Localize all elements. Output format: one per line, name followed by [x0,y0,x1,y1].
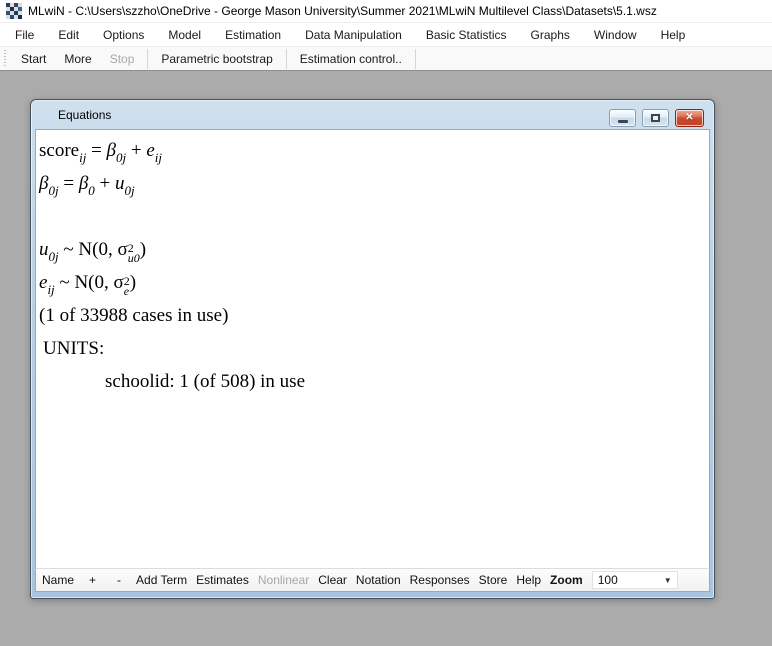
eq-subscript: 0j [125,183,135,198]
menu-edit[interactable]: Edit [46,25,91,45]
menu-help[interactable]: Help [649,25,698,45]
toolbar-grip-icon[interactable] [4,50,7,68]
more-button[interactable]: More [55,49,100,69]
eq-term: u [39,239,49,260]
close-icon: ✕ [685,113,693,123]
eq-subscript: ij [155,150,162,165]
toolbar-separator [415,49,416,69]
menubar: File Edit Options Model Estimation Data … [0,23,772,46]
eq-operator: + [126,140,146,161]
zoom-value: 100 [598,573,618,587]
mdi-client-area: Equations ✕ scoreij = β0j + eij β0j = β0… [0,71,772,645]
eq-operator: ~ N(0, [55,272,114,293]
eq-paren: ) [140,239,146,260]
estimation-toolbar: Start More Stop Parametric bootstrap Est… [0,46,772,71]
sigma-symbol: σ [117,239,127,260]
cases-in-use-text: (1 of 33988 cases in use) [39,299,709,332]
units-label: UNITS: [39,332,709,365]
help-button[interactable]: Help [516,573,541,587]
menu-file[interactable]: File [3,25,46,45]
eq-operator: = [86,140,106,161]
eq-paren: ) [130,272,136,293]
zoom-select[interactable]: 100 ▼ [592,571,678,589]
store-button[interactable]: Store [479,573,508,587]
equation-score: scoreij = β0j + eij [39,134,709,167]
sigma-scripts: 2u0 [128,243,140,263]
eq-term: β [79,173,88,194]
eq-term: β [107,140,116,161]
mlwin-application-window: MLwiN - C:\Users\szzho\OneDrive - George… [0,0,772,645]
eq-subscript: 0j [49,249,59,264]
eq-operator: ~ N(0, [59,239,118,260]
window-title: MLwiN - C:\Users\szzho\OneDrive - George… [28,4,657,18]
add-level-button[interactable]: + [89,573,96,587]
menu-graphs[interactable]: Graphs [519,25,582,45]
eq-operator: + [95,173,115,194]
menu-data-manipulation[interactable]: Data Manipulation [293,25,414,45]
remove-level-button[interactable]: - [117,573,121,587]
equations-content: scoreij = β0j + eij β0j = β0 + u0j u0j ~… [35,129,710,568]
equation-beta0j: β0j = β0 + u0j [39,167,709,200]
eq-term: u [115,173,125,194]
titlebar: MLwiN - C:\Users\szzho\OneDrive - George… [0,0,772,23]
equations-titlebar[interactable]: Equations ✕ [31,100,714,129]
equation-spacer [39,200,709,233]
eq-operator: = [59,173,79,194]
units-detail-text: schoolid: 1 (of 508) in use [39,365,709,398]
close-button[interactable]: ✕ [675,109,704,127]
eq-subscript: 0j [116,150,126,165]
zoom-button[interactable]: Zoom [550,573,583,587]
parametric-bootstrap-button[interactable]: Parametric bootstrap [152,49,281,69]
notation-button[interactable]: Notation [356,573,401,587]
minimize-button[interactable] [609,109,636,127]
dropdown-arrow-icon: ▼ [664,576,672,585]
maximize-button[interactable] [642,109,669,127]
menu-estimation[interactable]: Estimation [213,25,293,45]
menu-options[interactable]: Options [91,25,156,45]
toolbar-separator [286,49,287,69]
name-button[interactable]: Name [42,573,74,587]
nonlinear-button: Nonlinear [258,573,309,587]
start-button[interactable]: Start [12,49,55,69]
eq-term: score [39,140,79,161]
toolbar-separator [147,49,148,69]
eq-subscript: 0j [48,183,58,198]
clear-button[interactable]: Clear [318,573,347,587]
eq-term: e [146,140,154,161]
menu-model[interactable]: Model [156,25,213,45]
eq-subscript: u0 [128,253,140,263]
minimize-icon [618,120,628,123]
eq-subscript: ij [47,282,54,297]
sigma-symbol: σ [114,272,124,293]
caption-buttons: ✕ [609,109,704,127]
equations-toolbar: Name + - Add Term Estimates Nonlinear Cl… [35,568,710,592]
menu-window[interactable]: Window [582,25,649,45]
estimates-button[interactable]: Estimates [196,573,249,587]
equations-window: Equations ✕ scoreij = β0j + eij β0j = β0… [30,99,715,599]
add-term-button[interactable]: Add Term [136,573,187,587]
estimation-control-button[interactable]: Estimation control.. [291,49,411,69]
menu-basic-statistics[interactable]: Basic Statistics [414,25,519,45]
responses-button[interactable]: Responses [410,573,470,587]
equation-e-distribution: eij ~ N(0, σ2e) [39,266,709,299]
equation-u-distribution: u0j ~ N(0, σ2u0) [39,233,709,266]
equations-title: Equations [58,108,111,122]
maximize-icon [651,114,660,122]
stop-button: Stop [101,49,144,69]
mlwin-app-icon [6,3,22,19]
